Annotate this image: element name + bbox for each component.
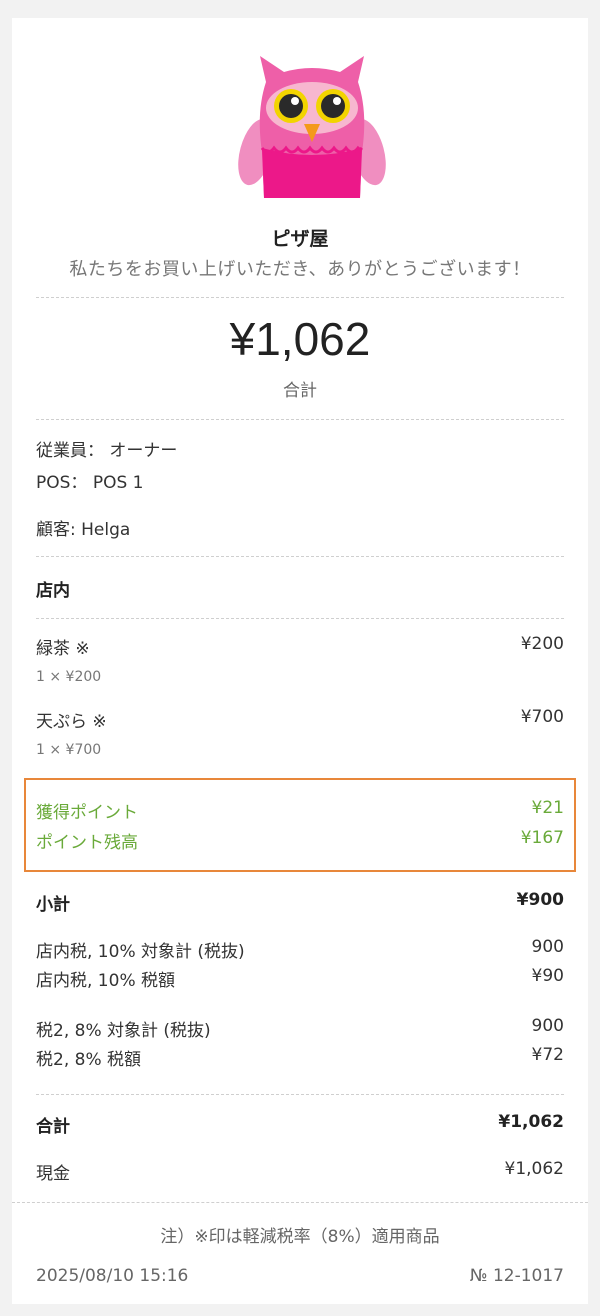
grand-total-value: ¥1,062 [498, 1112, 564, 1132]
thank-you-message: 私たちをお買い上げいただき、ありがとうございます！ [69, 259, 531, 280]
divider [12, 1202, 588, 1203]
item-detail: 1 × ¥200 [36, 669, 102, 685]
item-price: ¥700 [520, 707, 564, 727]
payment-amount: ¥1,062 [504, 1159, 564, 1179]
grand-total-label: 合計 [36, 1117, 70, 1137]
receipt-card: ピザ屋 私たちをお買い上げいただき、ありがとうございます！ ¥1,062 合計 … [12, 18, 588, 1304]
total-amount: ¥1,062 [229, 313, 371, 365]
tax-line-value: ¥72 [531, 1045, 564, 1065]
divider [36, 297, 564, 298]
total-label: 合計 [283, 381, 317, 401]
payment-method-label: 現金 [36, 1164, 70, 1184]
pos-line: POS： POS 1 [36, 473, 144, 493]
employee-line: 従業員： オーナー [36, 441, 178, 461]
points-earned-label: 獲得ポイント [36, 803, 138, 823]
divider [36, 556, 564, 557]
tax-line-value: 900 [531, 1016, 564, 1036]
tax-note: 注）※印は軽減税率（8%）適用商品 [160, 1227, 440, 1247]
item-name: 天ぷら ※ [36, 712, 107, 732]
item-detail: 1 × ¥700 [36, 742, 102, 758]
receipt-number: № 12-1017 [469, 1266, 564, 1286]
customer-line: 顧客: Helga [36, 520, 131, 540]
divider [36, 618, 564, 619]
points-earned-value: ¥21 [531, 798, 564, 818]
divider [36, 1094, 564, 1095]
tax-line-label: 税2, 8% 税額 [36, 1050, 141, 1070]
tax-line-value: 900 [531, 937, 564, 957]
item-name: 緑茶 ※ [36, 639, 90, 659]
tax-line-label: 店内税, 10% 税額 [36, 971, 175, 991]
tax-line-label: 店内税, 10% 対象計 (税抜) [36, 942, 245, 962]
tax-line-label: 税2, 8% 対象計 (税抜) [36, 1021, 211, 1041]
receipt-datetime: 2025/08/10 15:16 [36, 1266, 189, 1286]
points-balance-label: ポイント残高 [36, 833, 138, 853]
dining-option: 店内 [36, 581, 70, 601]
item-price: ¥200 [520, 634, 564, 654]
divider [36, 419, 564, 420]
subtotal-label: 小計 [36, 895, 70, 915]
owl-logo [238, 56, 386, 198]
shop-name: ピザ屋 [271, 228, 329, 250]
points-highlight-box [24, 778, 576, 872]
points-balance-value: ¥167 [520, 828, 564, 848]
tax-line-value: ¥90 [531, 966, 564, 986]
subtotal-value: ¥900 [516, 890, 564, 910]
